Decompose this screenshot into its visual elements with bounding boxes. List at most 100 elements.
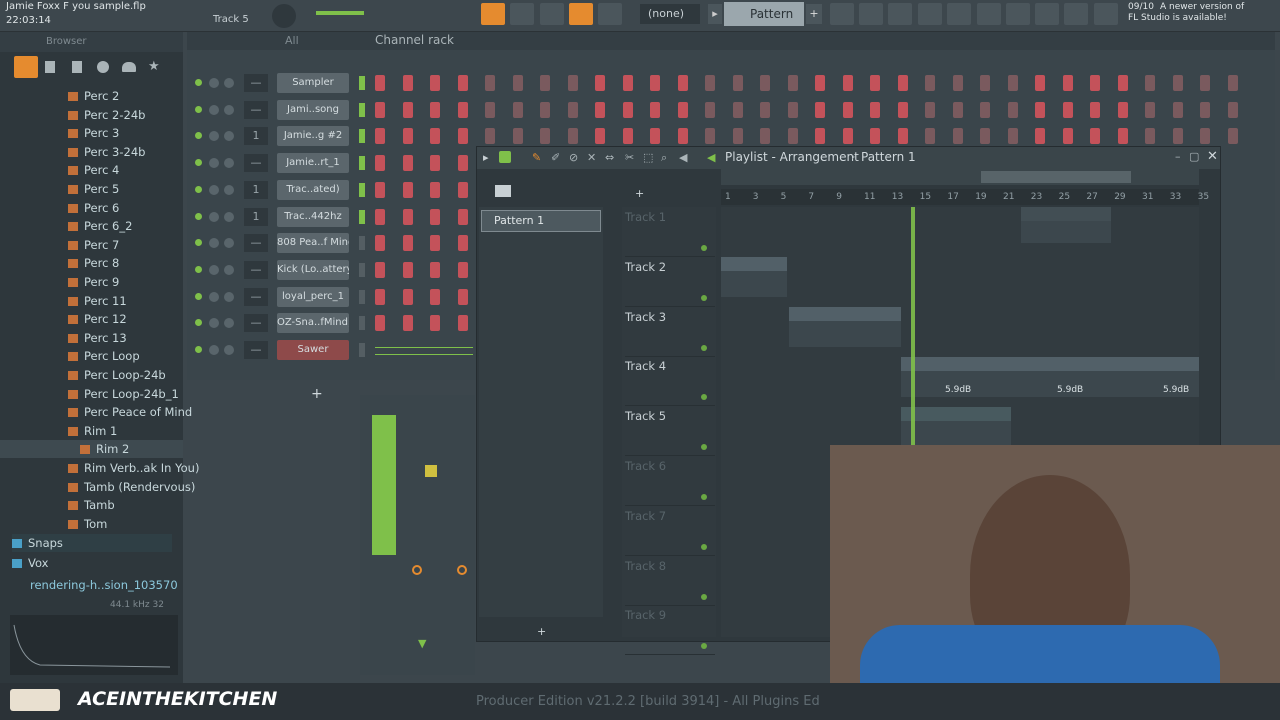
audio-clip[interactable]: Track 2 (co..0bpm-442hz 5.9dB: [901, 357, 1013, 397]
channel-name-button[interactable]: Sampler: [277, 73, 349, 93]
store-icon[interactable]: [1094, 3, 1118, 25]
send-icon[interactable]: [1064, 3, 1088, 25]
channel-pan-knob[interactable]: [209, 264, 219, 275]
channel-enable-led[interactable]: [195, 159, 202, 167]
step-button[interactable]: [485, 101, 495, 118]
mute-tool-icon[interactable]: ✕: [587, 151, 596, 164]
channel-mixer-track[interactable]: 1: [244, 207, 268, 226]
step-button[interactable]: [457, 261, 468, 278]
link-icon[interactable]: [569, 3, 593, 25]
step-button[interactable]: [375, 315, 385, 332]
track-header[interactable]: Track 9: [625, 605, 715, 656]
render-folder[interactable]: rendering-h..sion_103570: [30, 576, 180, 594]
step-button[interactable]: [375, 288, 385, 305]
step-button[interactable]: [952, 101, 963, 118]
stamp-icon[interactable]: [598, 3, 622, 25]
browser-all-icon[interactable]: [14, 56, 38, 78]
channel-volume-knob[interactable]: [224, 211, 234, 222]
step-button[interactable]: [705, 101, 715, 118]
select-tool-icon[interactable]: ⬚: [643, 151, 653, 164]
browser-item[interactable]: Perc 2-24b: [0, 106, 183, 124]
slip-tool-icon[interactable]: ⇔: [605, 151, 614, 164]
step-button[interactable]: [402, 155, 413, 172]
step-button[interactable]: [650, 128, 660, 145]
channel-enable-led[interactable]: [195, 185, 202, 193]
add-track-button[interactable]: +: [635, 187, 644, 200]
step-button[interactable]: [375, 181, 385, 198]
track-header[interactable]: Track 5: [625, 406, 715, 457]
channel-enable-led[interactable]: [195, 212, 202, 220]
back-icon[interactable]: [72, 61, 82, 73]
browser-item[interactable]: Tom: [0, 515, 183, 533]
browser-item[interactable]: Perc 11: [0, 292, 183, 310]
step-button[interactable]: [677, 75, 688, 91]
step-button[interactable]: [430, 181, 440, 198]
step-button[interactable]: [1035, 75, 1045, 91]
snap-selector[interactable]: (none): [640, 4, 700, 24]
play-icon[interactable]: ▸: [483, 151, 489, 164]
channel-mixer-track[interactable]: 1: [244, 127, 268, 146]
step-button[interactable]: [402, 128, 413, 145]
channel-name-button[interactable]: Trac..442hz: [277, 206, 349, 227]
step-button[interactable]: [567, 75, 578, 91]
channel-mixer-track[interactable]: —: [244, 154, 268, 173]
track-header[interactable]: Track 6: [625, 456, 715, 506]
step-button[interactable]: [1172, 75, 1183, 91]
browser-item[interactable]: Perc Loop-24b: [0, 366, 183, 384]
folder-snaps[interactable]: Snaps: [12, 534, 172, 552]
step-button[interactable]: [705, 75, 715, 91]
channel-enable-led[interactable]: [195, 319, 202, 327]
step-button[interactable]: [457, 128, 468, 145]
add-channel-button[interactable]: +: [311, 386, 323, 402]
step-button[interactable]: [540, 101, 550, 118]
tools-icon[interactable]: [1035, 3, 1059, 25]
step-button[interactable]: [1117, 128, 1128, 145]
step-button[interactable]: [430, 288, 440, 305]
step-button[interactable]: [1117, 75, 1128, 91]
playlist-scrollbar[interactable]: [721, 169, 1199, 185]
channel-select-indicator[interactable]: [359, 129, 365, 144]
step-button[interactable]: [430, 75, 440, 91]
channel-name-button[interactable]: loyal_perc_1: [277, 286, 349, 307]
plugin-db-icon[interactable]: [1006, 3, 1030, 25]
step-button[interactable]: [1172, 101, 1183, 118]
add-pattern-button[interactable]: +: [537, 625, 546, 638]
step-button[interactable]: [457, 101, 468, 118]
browser-item[interactable]: Perc 3: [0, 124, 183, 142]
channel-pan-knob[interactable]: [209, 291, 219, 302]
track-mute-led[interactable]: [701, 593, 707, 600]
track-mute-led[interactable]: [701, 394, 707, 401]
step-button[interactable]: [402, 208, 413, 225]
step-button[interactable]: [897, 75, 908, 91]
track-mute-led[interactable]: [701, 494, 707, 500]
track-header[interactable]: Track 2: [625, 257, 715, 307]
playlist-icon[interactable]: [481, 3, 505, 25]
browser-item[interactable]: Perc 3-24b: [0, 143, 183, 161]
channel-enable-led[interactable]: [195, 79, 202, 86]
channel-name-button[interactable]: OZ-Sna..fMind): [277, 313, 349, 334]
step-button[interactable]: [1200, 101, 1210, 118]
channel-name-button[interactable]: Kick (Lo..attery): [277, 259, 349, 280]
audio-clip[interactable]: Jami..#2: [1021, 207, 1111, 243]
step-button[interactable]: [925, 101, 935, 118]
track-header[interactable]: Track 8: [625, 556, 715, 606]
step-button[interactable]: [1035, 128, 1045, 145]
channel-volume-knob[interactable]: [224, 131, 234, 142]
step-button[interactable]: [622, 101, 633, 118]
scroll-thumb[interactable]: [981, 171, 1131, 183]
step-button[interactable]: [760, 75, 770, 91]
step-button[interactable]: [512, 128, 523, 145]
browser-item[interactable]: Perc 7: [0, 236, 183, 254]
step-button[interactable]: [457, 155, 468, 172]
step-button[interactable]: [457, 288, 468, 305]
step-button[interactable]: [430, 208, 440, 225]
playlist-pattern[interactable]: Pattern 1: [861, 150, 916, 164]
step-button[interactable]: [457, 208, 468, 225]
channel-select-indicator[interactable]: [359, 343, 365, 357]
track-header[interactable]: Track 1: [625, 207, 715, 257]
route-arrow-icon[interactable]: ▼: [418, 637, 426, 650]
channel-name-button[interactable]: Jami..song: [277, 99, 349, 120]
channel-select-indicator[interactable]: [359, 156, 365, 171]
playback-tool-icon[interactable]: ◀: [679, 151, 687, 164]
channel-select-indicator[interactable]: [359, 182, 365, 197]
